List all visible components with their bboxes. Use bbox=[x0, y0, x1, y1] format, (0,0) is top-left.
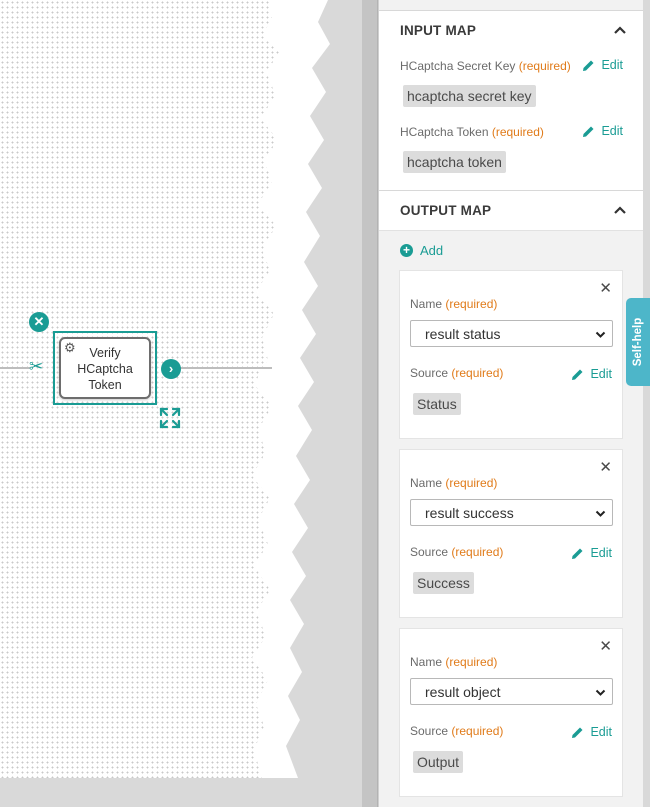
close-icon[interactable]: ✕ bbox=[599, 281, 612, 296]
plus-circle-icon: + bbox=[400, 244, 413, 257]
chevron-down-icon bbox=[595, 331, 606, 338]
chevron-up-icon[interactable] bbox=[613, 203, 627, 217]
close-icon[interactable]: ✕ bbox=[599, 460, 612, 475]
edit-source-link[interactable]: Edit bbox=[571, 725, 612, 739]
self-help-tab[interactable]: Self-help bbox=[626, 298, 650, 386]
properties-panel: INPUT MAP HCaptcha Secret Key (required)… bbox=[378, 0, 643, 807]
source-label: Source (required) bbox=[410, 545, 504, 559]
pencil-icon bbox=[583, 60, 594, 71]
source-label: Source (required) bbox=[410, 366, 504, 380]
chevron-down-icon bbox=[595, 689, 606, 696]
name-label: Name (required) bbox=[410, 655, 498, 669]
add-output-button[interactable]: + Add bbox=[400, 243, 443, 258]
chevron-down-icon bbox=[595, 510, 606, 517]
secret-key-value-chip: hcaptcha secret key bbox=[403, 85, 536, 107]
output-item-card: ✕ Name (required) result object Source (… bbox=[399, 628, 623, 797]
output-item-card: ✕ Name (required) result status Source (… bbox=[399, 270, 623, 439]
output-map-header[interactable]: OUTPUT MAP bbox=[379, 191, 643, 231]
edit-source-link[interactable]: Edit bbox=[571, 367, 612, 381]
pencil-icon bbox=[572, 727, 583, 738]
flow-node-verify-hcaptcha[interactable]: ⚙ Verify HCaptcha Token bbox=[59, 337, 151, 399]
node-label: Verify HCaptcha Token bbox=[77, 346, 133, 392]
source-value-chip: Status bbox=[413, 393, 461, 415]
field-label-secret-key: HCaptcha Secret Key (required) bbox=[400, 59, 571, 73]
input-map-title: INPUT MAP bbox=[400, 23, 477, 38]
name-select[interactable]: result success bbox=[410, 499, 613, 526]
expand-icon[interactable] bbox=[158, 406, 182, 430]
flow-connector-in bbox=[0, 367, 30, 369]
pencil-icon bbox=[572, 548, 583, 559]
chevron-right-circle-icon[interactable]: › bbox=[161, 359, 181, 379]
name-select[interactable]: result status bbox=[410, 320, 613, 347]
scissors-icon[interactable]: ✂ bbox=[29, 357, 43, 377]
token-value-chip: hcaptcha token bbox=[403, 151, 506, 173]
field-label-token: HCaptcha Token (required) bbox=[400, 125, 544, 139]
source-label: Source (required) bbox=[410, 724, 504, 738]
edit-secret-key-link[interactable]: Edit bbox=[582, 58, 623, 72]
input-map-header[interactable]: INPUT MAP bbox=[379, 11, 643, 51]
close-icon[interactable]: ✕ bbox=[599, 639, 612, 654]
app-root: ✕ ✂ ⚙ Verify HCaptcha Token › INPUT MAP … bbox=[0, 0, 650, 807]
self-help-label: Self-help bbox=[632, 317, 644, 367]
output-map-title: OUTPUT MAP bbox=[400, 203, 492, 218]
pencil-icon bbox=[572, 369, 583, 380]
close-circle-icon[interactable]: ✕ bbox=[29, 312, 49, 332]
panel-resize-handle[interactable] bbox=[362, 0, 378, 807]
output-item-card: ✕ Name (required) result success Source … bbox=[399, 449, 623, 618]
edit-token-link[interactable]: Edit bbox=[582, 124, 623, 138]
chevron-up-icon[interactable] bbox=[613, 23, 627, 37]
edit-source-link[interactable]: Edit bbox=[571, 546, 612, 560]
source-value-chip: Success bbox=[413, 572, 474, 594]
name-label: Name (required) bbox=[410, 476, 498, 490]
name-select[interactable]: result object bbox=[410, 678, 613, 705]
name-label: Name (required) bbox=[410, 297, 498, 311]
canvas-bottom-bar bbox=[0, 778, 362, 807]
input-map-body: HCaptcha Secret Key (required) Edit hcap… bbox=[379, 51, 643, 191]
flow-connector-out bbox=[180, 367, 272, 369]
source-value-chip: Output bbox=[413, 751, 464, 773]
pencil-icon bbox=[583, 126, 594, 137]
